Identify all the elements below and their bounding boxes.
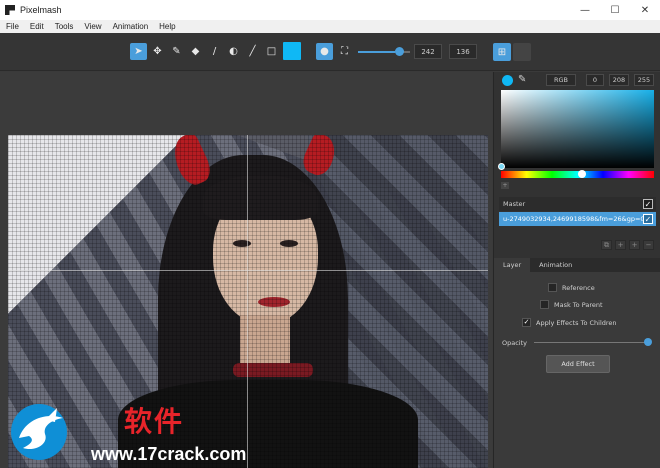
color-mode-select[interactable]: RGB xyxy=(546,74,576,86)
eyedropper-icon[interactable]: ✎ xyxy=(518,74,526,85)
rectangle-tool-icon[interactable]: □ xyxy=(263,43,280,60)
menu-view[interactable]: View xyxy=(84,22,101,31)
menu-tools[interactable]: Tools xyxy=(55,22,74,31)
layer-master-label: Master xyxy=(503,200,526,208)
watermark-chinese-text: 软件 xyxy=(124,405,185,438)
primary-color-swatch[interactable] xyxy=(283,42,301,60)
square-brush-icon[interactable]: ⛶ xyxy=(336,43,353,60)
menu-help[interactable]: Help xyxy=(159,22,175,31)
move-tool-icon[interactable]: ✥ xyxy=(149,43,166,60)
menu-animation[interactable]: Animation xyxy=(113,22,149,31)
grid-toggle-icon[interactable]: ⊞ xyxy=(493,43,511,61)
height-field[interactable]: 136 xyxy=(449,44,477,59)
apply-effects-checkbox[interactable]: ✓ xyxy=(522,318,531,327)
picker-knob[interactable] xyxy=(498,163,505,170)
layer-image-visibility-checkbox[interactable]: ✓ xyxy=(643,214,653,224)
mask-to-parent-label: Mask To Parent xyxy=(554,300,603,309)
reference-checkbox[interactable] xyxy=(548,283,557,292)
add-layer-icon[interactable]: + xyxy=(629,240,640,250)
add-swatch-button[interactable]: + xyxy=(501,182,509,189)
tab-animation[interactable]: Animation xyxy=(530,258,581,272)
select-tool-icon[interactable]: ➤ xyxy=(130,43,147,60)
add-effect-button[interactable]: Add Effect xyxy=(546,355,610,373)
layer-actions: ⧉ + + − xyxy=(601,240,654,250)
opacity-knob[interactable] xyxy=(644,338,652,346)
menu-file[interactable]: File xyxy=(6,22,19,31)
layer-properties: Reference Mask To Parent ✓ Apply Effects… xyxy=(494,272,660,468)
green-field[interactable]: 208 xyxy=(609,74,629,86)
saturation-value-picker[interactable] xyxy=(501,90,654,168)
current-color-icon[interactable] xyxy=(502,75,513,86)
watermark-url: www.17crack.com xyxy=(91,444,247,464)
width-field[interactable]: 242 xyxy=(414,44,442,59)
menu-bar: File Edit Tools View Animation Help xyxy=(0,20,660,33)
eraser-tool-icon[interactable]: ◆ xyxy=(187,43,204,60)
brush-size-fill xyxy=(358,51,396,53)
duplicate-layer-icon[interactable]: ⧉ xyxy=(601,240,612,250)
brush-tool-icon[interactable]: / xyxy=(206,43,223,60)
view-toggle-button[interactable] xyxy=(513,43,531,61)
layer-image-label: u-2749032934,2469918598&fm=26&gp=0.j xyxy=(503,215,649,223)
opacity-label: Opacity xyxy=(502,339,528,347)
add-group-icon[interactable]: + xyxy=(615,240,626,250)
opacity-slider[interactable] xyxy=(534,342,648,343)
app-logo-icon xyxy=(5,5,15,15)
close-button[interactable]: ✕ xyxy=(630,0,660,20)
brush-size-knob[interactable] xyxy=(395,47,404,56)
reference-label: Reference xyxy=(562,283,595,292)
layer-master[interactable]: Master ✓ xyxy=(499,197,656,211)
hue-knob[interactable] xyxy=(578,170,586,178)
red-field[interactable]: 0 xyxy=(586,74,604,86)
watermark-dragon-logo xyxy=(11,404,67,460)
app-title: Pixelmash xyxy=(20,5,62,15)
minimize-button[interactable]: — xyxy=(570,0,600,20)
round-brush-icon[interactable]: ● xyxy=(316,43,333,60)
property-tabs: Layer Animation xyxy=(494,258,660,272)
layer-master-visibility-checkbox[interactable]: ✓ xyxy=(643,199,653,209)
layer-image[interactable]: u-2749032934,2469918598&fm=26&gp=0.j ✓ xyxy=(499,212,656,226)
title-bar: Pixelmash — ☐ ✕ xyxy=(0,0,660,20)
pencil-tool-icon[interactable]: ✎ xyxy=(168,43,185,60)
right-panel: ✎ RGB 0 208 255 + Master ✓ u-2749032934,… xyxy=(493,72,660,468)
reference-option[interactable]: Reference xyxy=(548,283,595,292)
dodge-burn-tool-icon[interactable]: ◐ xyxy=(225,43,242,60)
toolbar: ➤ ✥ ✎ ◆ / ◐ ╱ □ ● ⛶ 242 136 ⊞ xyxy=(0,33,660,71)
mask-to-parent-checkbox[interactable] xyxy=(540,300,549,309)
apply-effects-label: Apply Effects To Children xyxy=(536,318,617,327)
maximize-button[interactable]: ☐ xyxy=(600,0,630,20)
guide-horizontal xyxy=(8,270,488,271)
tab-layer[interactable]: Layer xyxy=(494,258,531,272)
blue-field[interactable]: 255 xyxy=(634,74,654,86)
delete-layer-icon[interactable]: − xyxy=(643,240,654,250)
mask-to-parent-option[interactable]: Mask To Parent xyxy=(540,300,603,309)
menu-edit[interactable]: Edit xyxy=(30,22,44,31)
line-tool-icon[interactable]: ╱ xyxy=(244,43,261,60)
watermark: 软件 www.17crack.com xyxy=(0,392,260,468)
window-controls: — ☐ ✕ xyxy=(570,0,660,20)
apply-effects-option[interactable]: ✓ Apply Effects To Children xyxy=(522,318,617,327)
